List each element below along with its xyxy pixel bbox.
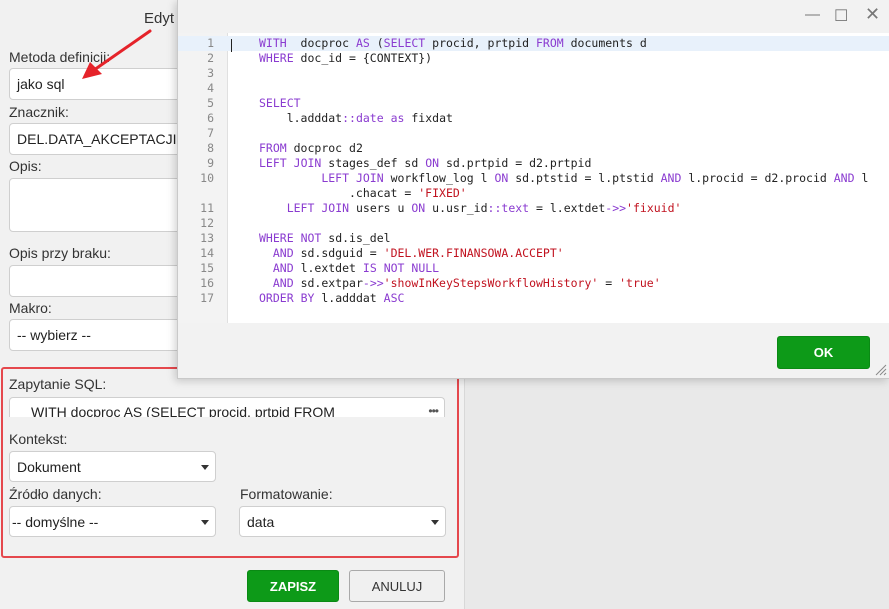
- code-line[interactable]: 7: [178, 126, 889, 141]
- line-number: 2: [207, 51, 214, 65]
- close-icon[interactable]: ✕: [865, 4, 880, 25]
- code-text: .chacat = 'FIXED': [259, 186, 467, 200]
- code-text: FROM docproc d2: [259, 141, 363, 155]
- data-source-value: -- domyślne --: [12, 513, 99, 530]
- tag-input[interactable]: DEL.DATA_AKCEPTACJI: [9, 123, 189, 155]
- sql-query-label: Zapytanie SQL:: [9, 376, 107, 392]
- data-source-label: Źródło danych:: [9, 486, 102, 502]
- missing-description-input[interactable]: [9, 265, 189, 297]
- code-text: AND sd.sdguid = 'DEL.WER.FINANSOWA.ACCEP…: [272, 246, 564, 260]
- code-text: l.adddat::date as fixdat: [259, 111, 453, 125]
- line-number: 15: [200, 261, 214, 275]
- code-line[interactable]: 2 WHERE doc_id = {CONTEXT}): [178, 51, 889, 66]
- macro-label: Makro:: [9, 300, 52, 316]
- line-number: 10: [200, 171, 214, 185]
- code-text: SELECT: [259, 96, 301, 110]
- line-number: 1: [207, 36, 214, 50]
- line-number: 4: [207, 81, 214, 95]
- ok-button[interactable]: OK: [777, 336, 870, 369]
- code-line[interactable]: 14 AND sd.sdguid = 'DEL.WER.FINANSOWA.AC…: [178, 246, 889, 261]
- line-number: 6: [207, 111, 214, 125]
- code-line[interactable]: 13 WHERE NOT sd.is_del: [178, 231, 889, 246]
- minimize-icon[interactable]: —: [805, 6, 820, 23]
- sql-query-value: WITH docproc AS (SELECT procid, prtpid F…: [31, 404, 335, 417]
- line-number: 8: [207, 141, 214, 155]
- code-line[interactable]: 17 ORDER BY l.adddat ASC: [178, 291, 889, 306]
- description-label: Opis:: [9, 158, 42, 174]
- red-arrow-annotation: [82, 29, 152, 79]
- save-button[interactable]: ZAPISZ: [247, 570, 339, 602]
- code-line[interactable]: 11 LEFT JOIN users u ON u.usr_id::text =…: [178, 201, 889, 216]
- code-line[interactable]: 9 LEFT JOIN stages_def sd ON sd.prtpid = …: [178, 156, 889, 171]
- code-line[interactable]: 12: [178, 216, 889, 231]
- sql-code-editor[interactable]: 1 WITH docproc AS (SELECT procid, prtpid …: [178, 33, 889, 323]
- context-value: Dokument: [17, 458, 81, 475]
- cancel-button[interactable]: ANULUJ: [349, 570, 445, 602]
- code-text: LEFT JOIN workflow_log l ON sd.ptstid = …: [321, 171, 869, 185]
- code-line[interactable]: 1 WITH docproc AS (SELECT procid, prtpid …: [178, 36, 889, 51]
- code-text: LEFT JOIN stages_def sd ON sd.prtpid = d…: [259, 156, 592, 170]
- method-value: jako sql: [17, 76, 65, 92]
- context-select[interactable]: Dokument: [9, 451, 216, 482]
- panel-title: Edyt: [144, 10, 175, 27]
- code-text: WHERE doc_id = {CONTEXT}): [259, 51, 433, 65]
- code-text: AND sd.extpar->>'showInKeyStepsWorkflowH…: [272, 276, 661, 290]
- formatting-select[interactable]: data: [239, 506, 446, 537]
- tag-label: Znacznik:: [9, 104, 69, 120]
- code-text: ORDER BY l.adddat ASC: [259, 291, 405, 305]
- context-label: Kontekst:: [9, 431, 68, 447]
- code-line[interactable]: 3: [178, 66, 889, 81]
- missing-description-label: Opis przy braku:: [9, 245, 111, 261]
- ellipsis-icon[interactable]: •••: [428, 404, 439, 417]
- line-number: 17: [200, 291, 214, 305]
- code-line[interactable]: .chacat = 'FIXED': [178, 186, 889, 201]
- line-number: 16: [200, 276, 214, 290]
- sql-editor-modal: — ☐ ✕ 1 WITH docproc AS (SELECT procid, p…: [177, 0, 889, 379]
- code-text: WITH docproc AS (SELECT procid, prtpid F…: [259, 36, 647, 50]
- chevron-down-icon: [201, 464, 209, 470]
- chevron-down-icon: [431, 519, 439, 525]
- line-number: 3: [207, 66, 214, 80]
- line-number: 12: [200, 216, 214, 230]
- line-number: 9: [207, 156, 214, 170]
- formatting-value: data: [247, 513, 275, 530]
- formatting-label: Formatowanie:: [240, 486, 333, 502]
- chevron-down-icon: [201, 519, 209, 525]
- line-number: 11: [200, 201, 214, 215]
- code-line[interactable]: 10 LEFT JOIN workflow_log l ON sd.ptstid…: [178, 171, 889, 186]
- code-line[interactable]: 4: [178, 81, 889, 96]
- macro-select[interactable]: -- wybierz --: [9, 319, 189, 351]
- maximize-icon[interactable]: ☐: [834, 6, 848, 26]
- code-text: WHERE NOT sd.is_del: [259, 231, 391, 245]
- code-line[interactable]: 5 SELECT: [178, 96, 889, 111]
- data-source-select[interactable]: -- domyślne --: [9, 506, 216, 537]
- code-text: AND l.extdet IS NOT NULL: [272, 261, 440, 275]
- code-line[interactable]: 16 AND sd.extpar->>'showInKeyStepsWorkfl…: [178, 276, 889, 291]
- line-number: 14: [200, 246, 214, 260]
- tag-value: DEL.DATA_AKCEPTACJI: [17, 131, 177, 147]
- code-line[interactable]: 8 FROM docproc d2: [178, 141, 889, 156]
- code-line[interactable]: 6 l.adddat::date as fixdat: [178, 111, 889, 126]
- code-text: LEFT JOIN users u ON u.usr_id::text = l.…: [286, 201, 682, 215]
- description-textarea[interactable]: [9, 178, 189, 232]
- code-line[interactable]: 15 AND l.extdet IS NOT NULL: [178, 261, 889, 276]
- line-number: 13: [200, 231, 214, 245]
- sql-query-input[interactable]: WITH docproc AS (SELECT procid, prtpid F…: [9, 397, 445, 417]
- text-cursor: [231, 39, 232, 52]
- line-number: 7: [207, 126, 214, 140]
- macro-value: -- wybierz --: [17, 327, 91, 343]
- line-number: 5: [207, 96, 214, 110]
- resize-handle-icon[interactable]: [875, 364, 887, 376]
